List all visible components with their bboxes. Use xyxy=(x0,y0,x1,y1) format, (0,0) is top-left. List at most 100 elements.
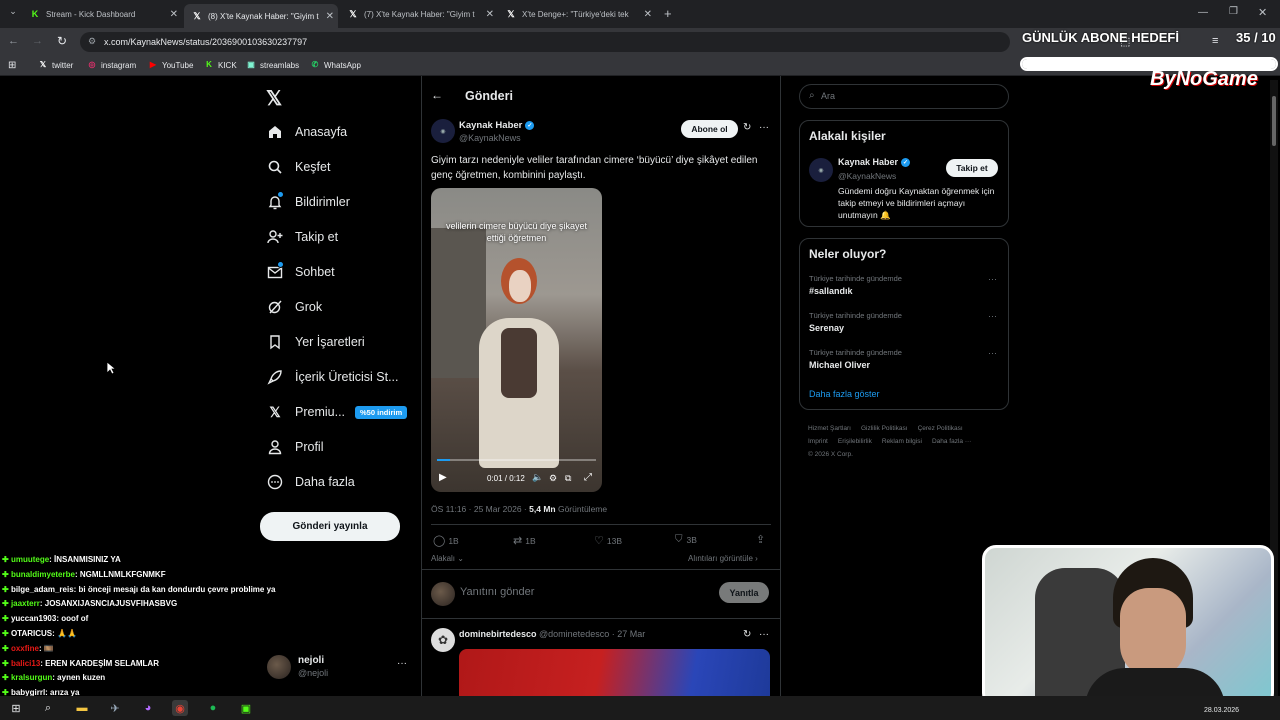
show-more-trends-link[interactable]: Daha fazla göster xyxy=(809,389,880,399)
reply-button[interactable]: Yanıtla xyxy=(719,582,769,603)
search-input[interactable]: ⌕ Ara xyxy=(799,84,1009,109)
account-switcher[interactable]: nejoli @nejoli ··· xyxy=(260,648,412,688)
forward-icon[interactable]: → xyxy=(32,35,43,47)
post-video[interactable]: velilerin cimere büyücü diye şikayet ett… xyxy=(431,188,602,492)
footer-link[interactable]: Erişilebilirlik xyxy=(838,435,872,448)
view-quotes-link[interactable]: Alıntıları görüntüle › xyxy=(688,554,758,563)
nav-messages[interactable]: Sohbet xyxy=(267,261,335,280)
relevant-people-card: Alakalı kişiler ◉ Kaynak Haber ✓ @Kaynak… xyxy=(799,120,1009,227)
person-avatar[interactable]: ◉ xyxy=(809,158,833,182)
trend-context: Türkiye tarihinde gündemde xyxy=(809,311,902,320)
nav-notifications[interactable]: Bildirimler xyxy=(267,191,350,210)
author-avatar[interactable]: ◉ xyxy=(431,119,455,143)
footer-link[interactable]: Reklam bilgisi xyxy=(882,435,922,448)
trend-context: Türkiye tarihinde gündemde xyxy=(809,274,902,283)
window-close-icon[interactable]: ✕ xyxy=(1258,6,1267,19)
nav-profile[interactable]: Profil xyxy=(267,439,323,455)
account-more-icon[interactable]: ··· xyxy=(397,658,407,669)
trend-more-icon[interactable]: ··· xyxy=(988,274,997,284)
back-icon[interactable]: ← xyxy=(8,35,19,47)
play-icon[interactable]: ▶ xyxy=(439,472,447,483)
relevant-sort[interactable]: Alakalı ⌄ xyxy=(431,554,464,563)
footer-link[interactable]: Hizmet Şartları xyxy=(808,422,851,435)
restore-icon[interactable]: ❐ xyxy=(1229,6,1238,17)
post-button[interactable]: Gönderi yayınla xyxy=(260,512,400,541)
close-icon[interactable]: ✕ xyxy=(644,9,652,20)
footer-link[interactable]: Çerez Politikası xyxy=(918,422,963,435)
reply-author-row[interactable]: dominebirtedesco @dominetedesco · 27 Mar xyxy=(459,629,645,639)
x-home-logo-icon[interactable]: 𝕏 xyxy=(266,86,282,111)
reply-author-avatar[interactable]: ✿ xyxy=(431,628,455,652)
subscribe-button[interactable]: Abone ol xyxy=(681,120,738,138)
trend-item[interactable]: Türkiye tarihinde gündemde Michael Olive… xyxy=(800,345,1008,379)
post-text: Giyim tarzı nedeniyle veliler tarafından… xyxy=(431,155,758,181)
minimize-icon[interactable]: — xyxy=(1198,7,1208,18)
footer-link[interactable]: Daha fazla ··· xyxy=(932,435,971,448)
grok-explain-icon[interactable]: ↻ xyxy=(743,122,751,133)
scrollbar-thumb[interactable] xyxy=(1272,96,1276,146)
follow-button[interactable]: Takip et xyxy=(946,159,998,177)
share-icon[interactable]: ⇪ xyxy=(756,533,765,546)
trend-item[interactable]: Türkiye tarihinde gündemde #sallandık ··… xyxy=(800,271,1008,305)
chrome-icon[interactable]: ◉ xyxy=(172,700,188,716)
trend-item[interactable]: Türkiye tarihinde gündemde Serenay ··· xyxy=(800,308,1008,342)
trend-more-icon[interactable]: ··· xyxy=(988,348,997,358)
bookmark-instagram[interactable]: ◎ instagram xyxy=(87,60,137,70)
tab-kaynak-haber-2[interactable]: 𝕏 (7) X'te Kaynak Haber: "Giyim t ✕ xyxy=(348,4,494,24)
repost-action[interactable]: ⇄ 1B xyxy=(513,534,536,547)
bookmark-action[interactable]: ⛉ 3B xyxy=(675,534,697,545)
nav-premium[interactable]: 𝕏 Premiu... %50 indirim xyxy=(267,404,408,420)
taskbar-search-icon[interactable]: ⌕ xyxy=(40,700,56,716)
reply-action[interactable]: ◯ 1B xyxy=(433,534,459,547)
nav-explore[interactable]: Keşfet xyxy=(267,159,330,175)
person-name-row[interactable]: Kaynak Haber ✓ xyxy=(838,157,911,167)
bookmark-youtube[interactable]: ▶ YouTube xyxy=(148,60,194,70)
tab-denge[interactable]: 𝕏 X'te Denge+: "Türkiye'deki tek ✕ xyxy=(506,4,652,24)
bookmark-twitter[interactable]: 𝕏twitter xyxy=(38,60,74,70)
app-icon[interactable]: ✈ xyxy=(107,700,123,716)
nav-follow[interactable]: Takip et xyxy=(267,229,338,245)
close-icon[interactable]: ✕ xyxy=(486,9,494,20)
footer-link[interactable]: Imprint xyxy=(808,435,828,448)
close-icon[interactable]: ✕ xyxy=(170,9,178,20)
tab-kaynak-haber-active[interactable]: 𝕏 (8) X'te Kaynak Haber: "Giyim t ✕ xyxy=(184,4,338,28)
pip-icon[interactable]: ⧉ xyxy=(565,473,571,484)
file-explorer-icon[interactable]: ▬ xyxy=(74,700,90,716)
nav-more[interactable]: Daha fazla xyxy=(267,474,355,490)
footer-link[interactable]: Gizlilik Politikası xyxy=(861,422,908,435)
bookmark-streamlabs[interactable]: ▣ streamlabs xyxy=(246,60,299,70)
apps-icon[interactable]: ⊞ xyxy=(8,60,16,71)
site-info-icon[interactable]: ⚙ xyxy=(88,36,96,47)
chat-text: : EREN KARDEŞİM SELAMLAR xyxy=(40,658,159,668)
nav-creator-studio[interactable]: İçerik Üreticisi St... xyxy=(267,369,399,385)
reply-more-icon[interactable]: ··· xyxy=(759,629,769,640)
post-more-icon[interactable]: ··· xyxy=(759,122,769,133)
like-action[interactable]: ♡ 13B xyxy=(594,534,622,547)
start-icon[interactable]: ⊞ xyxy=(8,700,24,716)
bookmark-whatsapp[interactable]: ✆ WhatsApp xyxy=(310,60,361,70)
nav-home[interactable]: Anasayfa xyxy=(267,124,347,140)
fullscreen-icon[interactable]: ⤢ xyxy=(584,472,592,483)
close-icon[interactable]: ✕ xyxy=(326,11,334,22)
tab-search-icon[interactable]: ⌄ xyxy=(6,6,20,20)
menu-icon[interactable]: ≡ xyxy=(1212,35,1218,47)
discord-icon[interactable]: ◕ xyxy=(140,700,156,716)
spotify-icon[interactable]: ● xyxy=(205,700,221,716)
volume-icon[interactable]: 🔈 xyxy=(532,472,543,483)
streamlabs-icon[interactable]: ▣ xyxy=(238,700,254,716)
grok-explain-icon[interactable]: ↻ xyxy=(743,629,751,640)
settings-icon[interactable]: ⚙ xyxy=(549,473,557,484)
nav-bookmarks[interactable]: Yer İşaretleri xyxy=(267,334,365,350)
tab-kick-dashboard[interactable]: K Stream - Kick Dashboard ✕ xyxy=(30,4,178,24)
trend-more-icon[interactable]: ··· xyxy=(988,311,997,321)
nav-grok[interactable]: Grok xyxy=(267,299,322,315)
video-scrubber[interactable] xyxy=(437,459,596,461)
reply-image[interactable] xyxy=(459,649,770,696)
reply-input[interactable]: Yanıtını gönder xyxy=(460,586,534,598)
author-name-row[interactable]: Kaynak Haber ✓ xyxy=(459,120,535,131)
url-field[interactable]: ⚙ x.com/KaynakNews/status/20369001036302… xyxy=(80,32,1010,52)
bookmark-kick[interactable]: K KICK xyxy=(204,60,237,70)
reload-icon[interactable]: ↻ xyxy=(57,34,67,48)
new-tab-icon[interactable]: + xyxy=(664,6,672,21)
back-arrow-icon[interactable]: ← xyxy=(431,88,443,102)
